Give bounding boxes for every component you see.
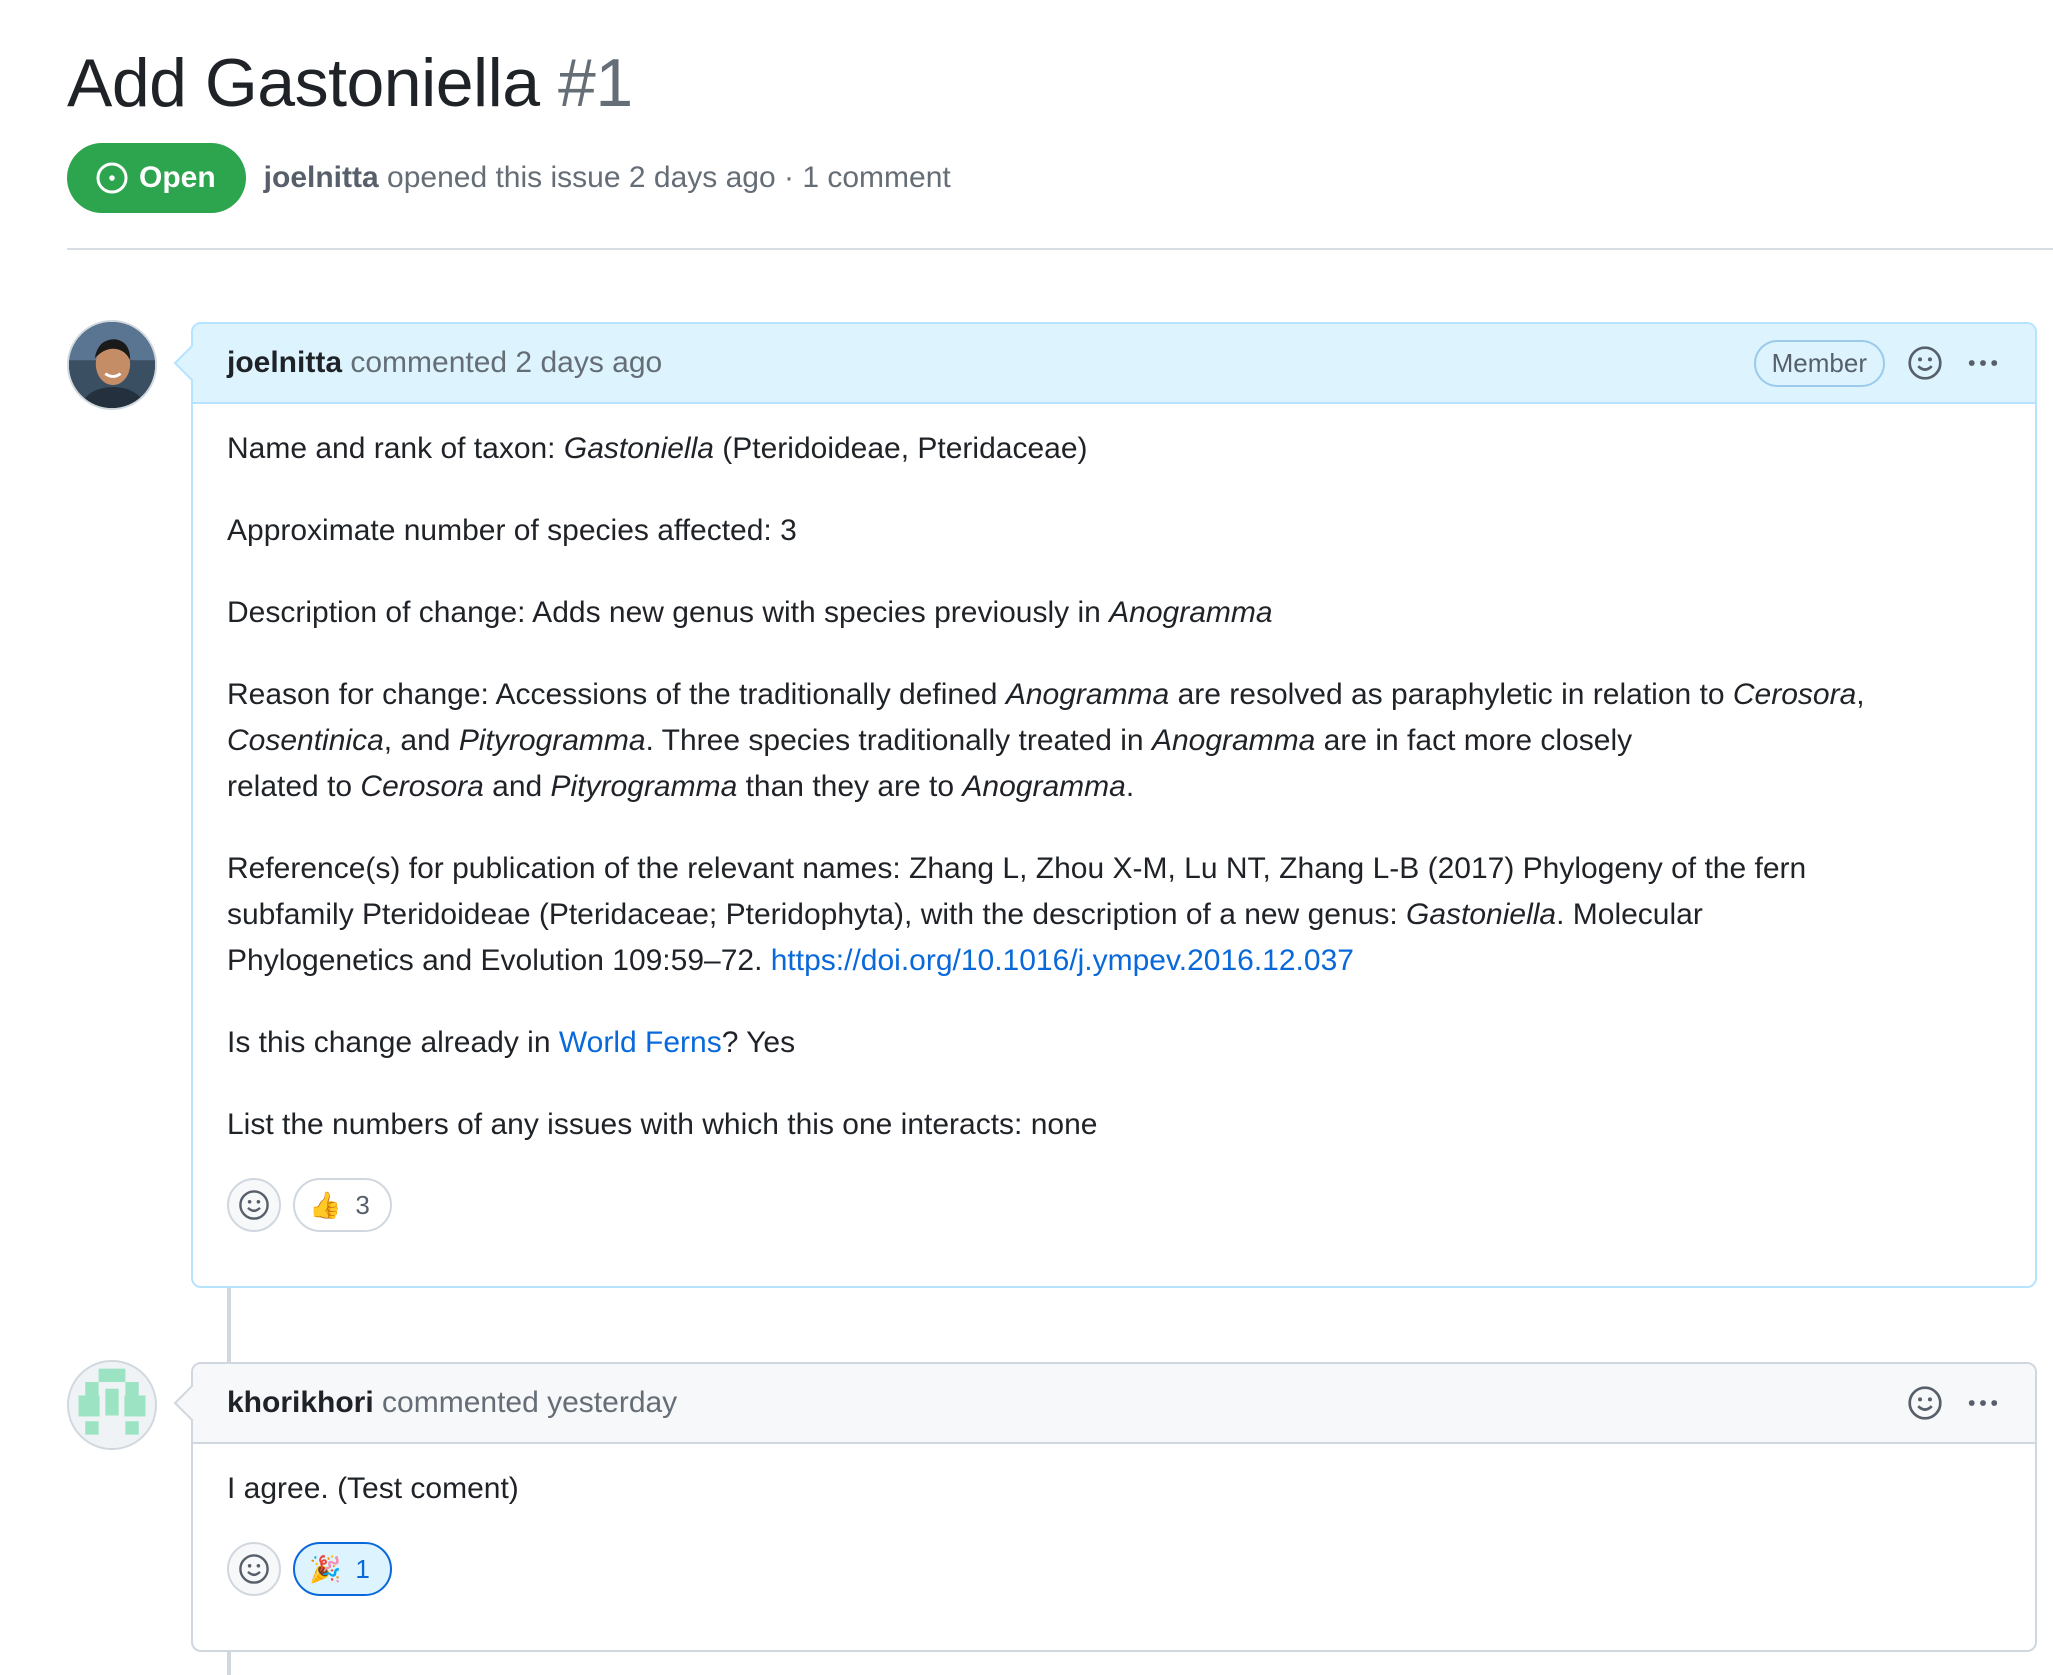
header-divider <box>67 248 2053 250</box>
comment-action[interactable]: commented 2 days ago <box>350 346 662 379</box>
smiley-icon <box>239 1190 269 1220</box>
reactions-bar: 👍 3 <box>193 1178 2035 1262</box>
world-ferns-link[interactable]: World Ferns <box>559 1026 722 1059</box>
reaction-count: 3 <box>355 1189 370 1220</box>
body-paragraph: Name and rank of taxon: Gastoniella (Pte… <box>227 432 1088 465</box>
comment-author-link[interactable]: joelnitta <box>227 346 342 379</box>
body-paragraph: Reason for change: Accessions of the tra… <box>227 678 1865 803</box>
add-reaction-button[interactable] <box>227 1178 281 1232</box>
reaction-thumbs-up[interactable]: 👍 3 <box>293 1178 392 1232</box>
reactions-bar: 🎉 1 <box>193 1542 2035 1626</box>
doi-link[interactable]: https://doi.org/10.1016/j.ympev.2016.12.… <box>771 944 1354 977</box>
comment-author-link[interactable]: khorikhori <box>227 1386 374 1419</box>
add-reaction-button[interactable] <box>227 1542 281 1596</box>
kebab-horizontal-icon <box>1968 1400 1998 1406</box>
body-paragraph: Reference(s) for publication of the rele… <box>227 852 1807 977</box>
identicon-icon <box>69 1362 155 1448</box>
comment-options-button[interactable] <box>1965 345 2001 381</box>
body-paragraph: I agree. (Test coment) <box>227 1472 519 1505</box>
body-paragraph: Is this change already in World Ferns? Y… <box>227 1026 796 1059</box>
comment-card: khorikhori commented yesterday I agree. … <box>173 1362 2037 1652</box>
comment-header-text: joelnitta commented 2 days ago <box>227 346 662 380</box>
timeline-connector <box>227 1652 231 1675</box>
comment-header-actions: Member <box>1753 339 2001 387</box>
comment-action[interactable]: commented yesterday <box>382 1386 677 1419</box>
comment-body: I agree. (Test coment) <box>193 1444 2035 1512</box>
smiley-icon <box>239 1554 269 1584</box>
add-reaction-button[interactable] <box>1907 1385 1943 1421</box>
state-label: Open <box>139 161 216 194</box>
smiley-icon <box>1908 1386 1942 1420</box>
body-paragraph: Description of change: Adds new genus wi… <box>227 596 1273 629</box>
body-paragraph: Approximate number of species affected: … <box>227 514 797 547</box>
comment-body: Name and rank of taxon: Gastoniella (Pte… <box>193 404 2035 1148</box>
issue-number: #1 <box>558 45 633 121</box>
meta-separator: · <box>783 161 794 194</box>
issue-title-text: Add Gastoniella <box>67 45 540 121</box>
role-badge: Member <box>1753 339 1885 387</box>
comment-options-button[interactable] <box>1965 1385 2001 1421</box>
comment-header-actions <box>1907 1385 2001 1421</box>
comment-caret <box>173 344 211 382</box>
issue-title: Add Gastoniella #1 <box>67 44 633 122</box>
comment-header: joelnitta commented 2 days ago Member <box>173 324 2035 404</box>
state-badge: Open <box>67 143 246 213</box>
comment-card: joelnitta commented 2 days ago Member Na… <box>173 322 2037 1288</box>
party-popper-icon: 🎉 <box>309 1553 342 1584</box>
issue-author-link[interactable]: joelnitta <box>264 161 379 194</box>
timeline-connector <box>227 1288 231 1362</box>
add-reaction-button[interactable] <box>1907 345 1943 381</box>
avatar-photo-icon <box>69 322 155 408</box>
thumbs-up-icon: 👍 <box>309 1189 342 1220</box>
smiley-icon <box>1908 346 1942 380</box>
issue-meta-text: joelnitta opened this issue 2 days ago ·… <box>264 161 951 195</box>
avatar[interactable] <box>67 320 157 410</box>
issue-meta: Open joelnitta opened this issue 2 days … <box>67 142 951 214</box>
comment-header-text: khorikhori commented yesterday <box>227 1386 677 1420</box>
opened-text: opened this issue 2 days ago <box>387 161 776 194</box>
comment-header: khorikhori commented yesterday <box>173 1364 2035 1444</box>
reaction-count: 1 <box>355 1553 370 1584</box>
avatar[interactable] <box>67 1360 157 1450</box>
kebab-horizontal-icon <box>1968 360 1998 366</box>
issue-opened-icon <box>96 162 128 194</box>
body-paragraph: List the numbers of any issues with whic… <box>227 1108 1098 1141</box>
comment-caret <box>173 1384 211 1422</box>
reaction-hooray[interactable]: 🎉 1 <box>293 1542 392 1596</box>
comment-count: 1 comment <box>802 161 951 194</box>
